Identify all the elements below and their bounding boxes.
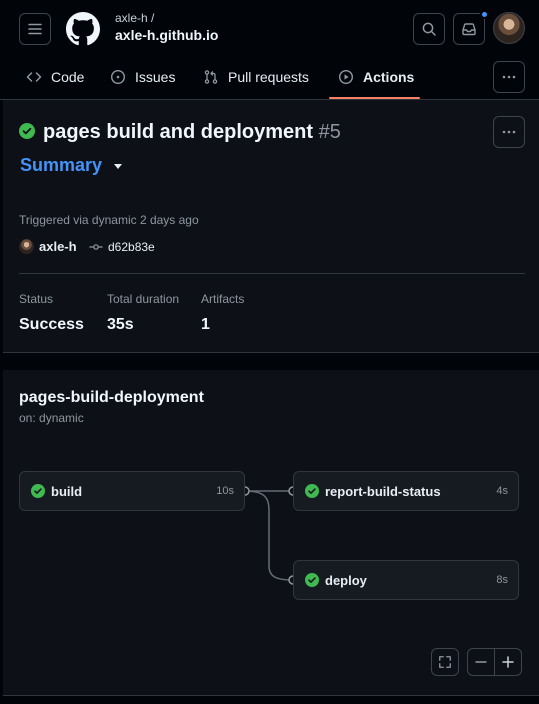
trigger-info: Triggered via dynamic 2 days ago (19, 213, 199, 227)
status-label: Status (19, 292, 54, 306)
job-name: build (51, 484, 83, 499)
check-circle-icon (305, 484, 319, 498)
zoom-in-icon (502, 656, 514, 668)
status-value: Success (19, 316, 84, 333)
repo-owner-link[interactable]: axle-h / (115, 11, 154, 25)
job-name: deploy (325, 573, 367, 588)
git-pull-request-icon (204, 70, 218, 84)
tab-code-label: Code (51, 69, 85, 85)
git-commit-icon (89, 244, 103, 250)
repo-name-link[interactable]: axle-h.github.io (115, 27, 218, 43)
artifacts-label: Artifacts (201, 292, 245, 306)
commit-sha: d62b83e (108, 240, 155, 254)
inbox-button[interactable] (453, 10, 489, 45)
commit-link[interactable]: d62b83e (89, 240, 155, 254)
summary-dropdown[interactable]: Summary (20, 155, 123, 176)
run-number: #5 (318, 121, 341, 143)
check-circle-icon (305, 573, 319, 587)
summary-label: Summary (20, 155, 103, 175)
search-button[interactable] (413, 13, 445, 45)
job-build[interactable]: build 10s (19, 471, 245, 511)
job-connectors (240, 486, 298, 585)
app-header: axle-h / axle-h.github.io Code Issues Pu… (0, 0, 539, 100)
run-title: pages build and deployment #5 (43, 121, 341, 144)
tab-actions-label: Actions (363, 69, 415, 85)
inbox-icon (462, 23, 476, 36)
tab-issues[interactable]: Issues (110, 54, 175, 100)
run-options-button[interactable] (493, 116, 525, 148)
fullscreen-icon (439, 656, 451, 668)
duration-value: 35s (107, 316, 134, 333)
check-circle-icon (31, 484, 45, 498)
kebab-horizontal-icon (502, 130, 516, 134)
hamburger-menu-button[interactable] (19, 13, 51, 45)
tab-code[interactable]: Code (26, 54, 84, 100)
user-avatar[interactable] (493, 12, 525, 44)
play-icon (338, 69, 354, 85)
run-summary-panel: pages build and deployment #5 Summary Tr… (3, 100, 539, 353)
github-logo-icon[interactable] (66, 12, 100, 46)
tab-pull-requests[interactable]: Pull requests (203, 54, 309, 100)
zoom-in-button[interactable] (494, 649, 521, 675)
tab-actions[interactable]: Actions (338, 54, 414, 100)
artifacts-value[interactable]: 1 (201, 316, 210, 334)
issue-opened-icon (110, 69, 126, 85)
actor-link[interactable]: axle-h (19, 239, 77, 254)
more-tabs-button[interactable] (493, 61, 525, 93)
selected-tab-indicator (329, 97, 420, 99)
repo-tabs: Code Issues Pull requests Actions (0, 54, 539, 100)
tab-pull-requests-label: Pull requests (228, 69, 309, 85)
job-duration: 4s (496, 485, 508, 497)
job-duration: 10s (216, 485, 234, 497)
job-deploy[interactable]: deploy 8s (293, 560, 519, 600)
hamburger-menu-icon (28, 23, 42, 35)
fullscreen-button[interactable] (431, 648, 459, 676)
job-name: report-build-status (325, 484, 441, 499)
kebab-horizontal-icon (502, 75, 516, 79)
actor-avatar (19, 239, 34, 254)
duration-label: Total duration (107, 292, 180, 306)
zoom-out-icon (475, 661, 487, 663)
search-icon (422, 22, 436, 36)
check-circle-icon (19, 123, 35, 139)
job-duration: 8s (496, 574, 508, 586)
workflow-graph-panel: pages-build-deployment on: dynamic build… (3, 370, 539, 696)
zoom-out-button[interactable] (468, 649, 494, 675)
run-title-text: pages build and deployment (43, 121, 314, 143)
notification-indicator (480, 10, 489, 19)
actor-name: axle-h (39, 239, 77, 254)
code-icon (26, 72, 42, 82)
zoom-controls (467, 648, 522, 676)
job-report-build-status[interactable]: report-build-status 4s (293, 471, 519, 511)
divider (19, 273, 525, 274)
chevron-down-icon (114, 164, 123, 169)
tab-issues-label: Issues (135, 69, 176, 85)
